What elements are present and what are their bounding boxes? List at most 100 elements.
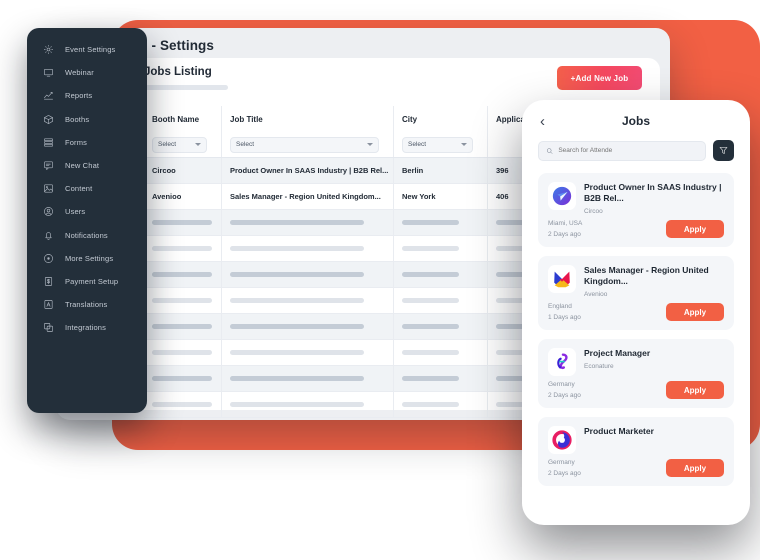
job-card[interactable]: Product Marketer Germany 2 Days ago Apply (538, 417, 734, 487)
job-title-select[interactable]: Select (230, 136, 379, 153)
skeleton-cell (144, 262, 222, 287)
search-input[interactable] (558, 147, 698, 154)
chevron-down-icon (195, 143, 201, 146)
skeleton-bar (230, 220, 364, 225)
marketer-logo (548, 426, 576, 455)
job-card-info: Product Owner In SAAS Industry | B2B Rel… (584, 182, 724, 215)
sidebar: Event Settings Webinar Reports Booths Forms N… (27, 28, 147, 413)
job-card-top: Product Marketer (548, 426, 724, 455)
chevron-down-icon (367, 143, 373, 146)
skeleton-cell (144, 340, 222, 365)
skeleton-cell (222, 340, 394, 365)
skeleton-bar (152, 376, 212, 381)
job-card[interactable]: Project Manager Econature Germany 2 Days ag… (538, 339, 734, 409)
mobile-header: ‹ Jobs (522, 100, 750, 140)
job-card-info: Sales Manager - Region United Kingdom...… (584, 265, 724, 298)
apply-button[interactable]: Apply (666, 381, 724, 400)
plugin-icon (41, 321, 55, 335)
skeleton-cell (144, 366, 222, 391)
add-new-job-button[interactable]: +Add New Job (557, 66, 642, 90)
circoo-logo (548, 182, 576, 210)
sidebar-item-label: Event Settings (65, 45, 116, 55)
monitor-icon (41, 66, 55, 80)
filter-button[interactable] (713, 140, 734, 161)
skeleton-cell (394, 288, 488, 313)
skeleton-bar (230, 376, 364, 381)
job-card[interactable]: Sales Manager - Region United Kingdom...… (538, 256, 734, 331)
skeleton-bar (230, 272, 364, 277)
dollar-icon (41, 274, 55, 288)
job-company: Econature (584, 363, 614, 371)
skeleton-cell (222, 210, 394, 235)
skeleton-bar (402, 376, 459, 381)
booth-name-select-value: Select (158, 141, 177, 148)
sidebar-item-forms[interactable]: Forms (27, 131, 147, 154)
sidebar-item-payment-setup[interactable]: Payment Setup (27, 270, 147, 293)
sidebar-item-more-settings[interactable]: More Settings (27, 247, 147, 270)
skeleton-bar (402, 324, 459, 329)
skeleton-cell (394, 366, 488, 391)
apply-button[interactable]: Apply (666, 459, 724, 478)
skeleton-bar (230, 246, 364, 251)
job-card[interactable]: Product Owner In SAAS Industry | B2B Rel… (538, 173, 734, 248)
apply-button[interactable]: Apply (666, 303, 724, 322)
user-circle-icon (41, 205, 55, 219)
skeleton-cell (394, 262, 488, 287)
sidebar-item-new-chat[interactable]: New Chat (27, 154, 147, 177)
filter-cell-job-title: Select (222, 132, 394, 157)
sidebar-item-label: More Settings (65, 253, 114, 263)
column-header-job-title: Job Title (222, 106, 394, 132)
translate-icon (41, 298, 55, 312)
apply-button[interactable]: Apply (666, 220, 724, 239)
city-select[interactable]: Select (402, 136, 473, 153)
cell-city: New York (394, 184, 488, 209)
skeleton-bar (152, 272, 212, 277)
skeleton-cell (222, 236, 394, 261)
sidebar-item-integrations[interactable]: Integrations (27, 316, 147, 339)
filter-icon (719, 147, 728, 154)
layers-icon (41, 135, 55, 149)
sidebar-item-label: Notifications (65, 230, 108, 240)
skeleton-cell (144, 288, 222, 313)
sidebar-item-content[interactable]: Content (27, 177, 147, 200)
panel-skeleton-bar (144, 85, 228, 90)
skeleton-bar (402, 246, 459, 251)
cell-job-title: Product Owner In SAAS Industry | B2B Rel… (222, 158, 394, 183)
sidebar-item-event-settings[interactable]: Event Settings (27, 38, 147, 61)
sidebar-item-translations[interactable]: Translations (27, 293, 147, 316)
search-field[interactable] (538, 140, 706, 161)
econature-logo (548, 348, 576, 377)
job-company: Avenioo (584, 291, 608, 299)
sidebar-item-label: Translations (65, 300, 108, 310)
job-card-info: Product Marketer (584, 426, 724, 454)
sidebar-item-booths[interactable]: Booths (27, 108, 147, 131)
sidebar-item-label: Reports (65, 91, 93, 101)
job-card-top: Sales Manager - Region United Kingdom...… (548, 265, 724, 298)
skeleton-bar (230, 324, 364, 329)
job-title-select-value: Select (236, 141, 255, 148)
sidebar-item-reports[interactable]: Reports (27, 84, 147, 107)
job-title: Product Owner In SAAS Industry | B2B Rel… (584, 182, 722, 204)
sidebar-item-notifications[interactable]: Notifications (27, 224, 147, 247)
skeleton-bar (152, 220, 212, 225)
sidebar-item-webinar[interactable]: Webinar (27, 61, 147, 84)
filter-cell-booth-name: Select (144, 132, 222, 157)
mobile-search-row (522, 140, 750, 161)
skeleton-bar (230, 298, 364, 303)
skeleton-bar (152, 350, 212, 355)
skeleton-cell (394, 340, 488, 365)
skeleton-cell (222, 366, 394, 391)
skeleton-cell (222, 314, 394, 339)
sidebar-item-label: Payment Setup (65, 276, 119, 286)
skeleton-cell (222, 392, 394, 417)
bell-icon (41, 228, 55, 242)
sidebar-item-label: Content (65, 184, 93, 194)
cell-city: Berlin (394, 158, 488, 183)
column-header-booth-name: Booth Name (144, 106, 222, 132)
skeleton-bar (402, 272, 459, 277)
panel-title: Jobs Listing (144, 66, 212, 78)
booth-name-select[interactable]: Select (152, 136, 207, 153)
skeleton-bar (402, 220, 459, 225)
city-select-value: Select (408, 141, 427, 148)
sidebar-item-users[interactable]: Users (27, 200, 147, 223)
